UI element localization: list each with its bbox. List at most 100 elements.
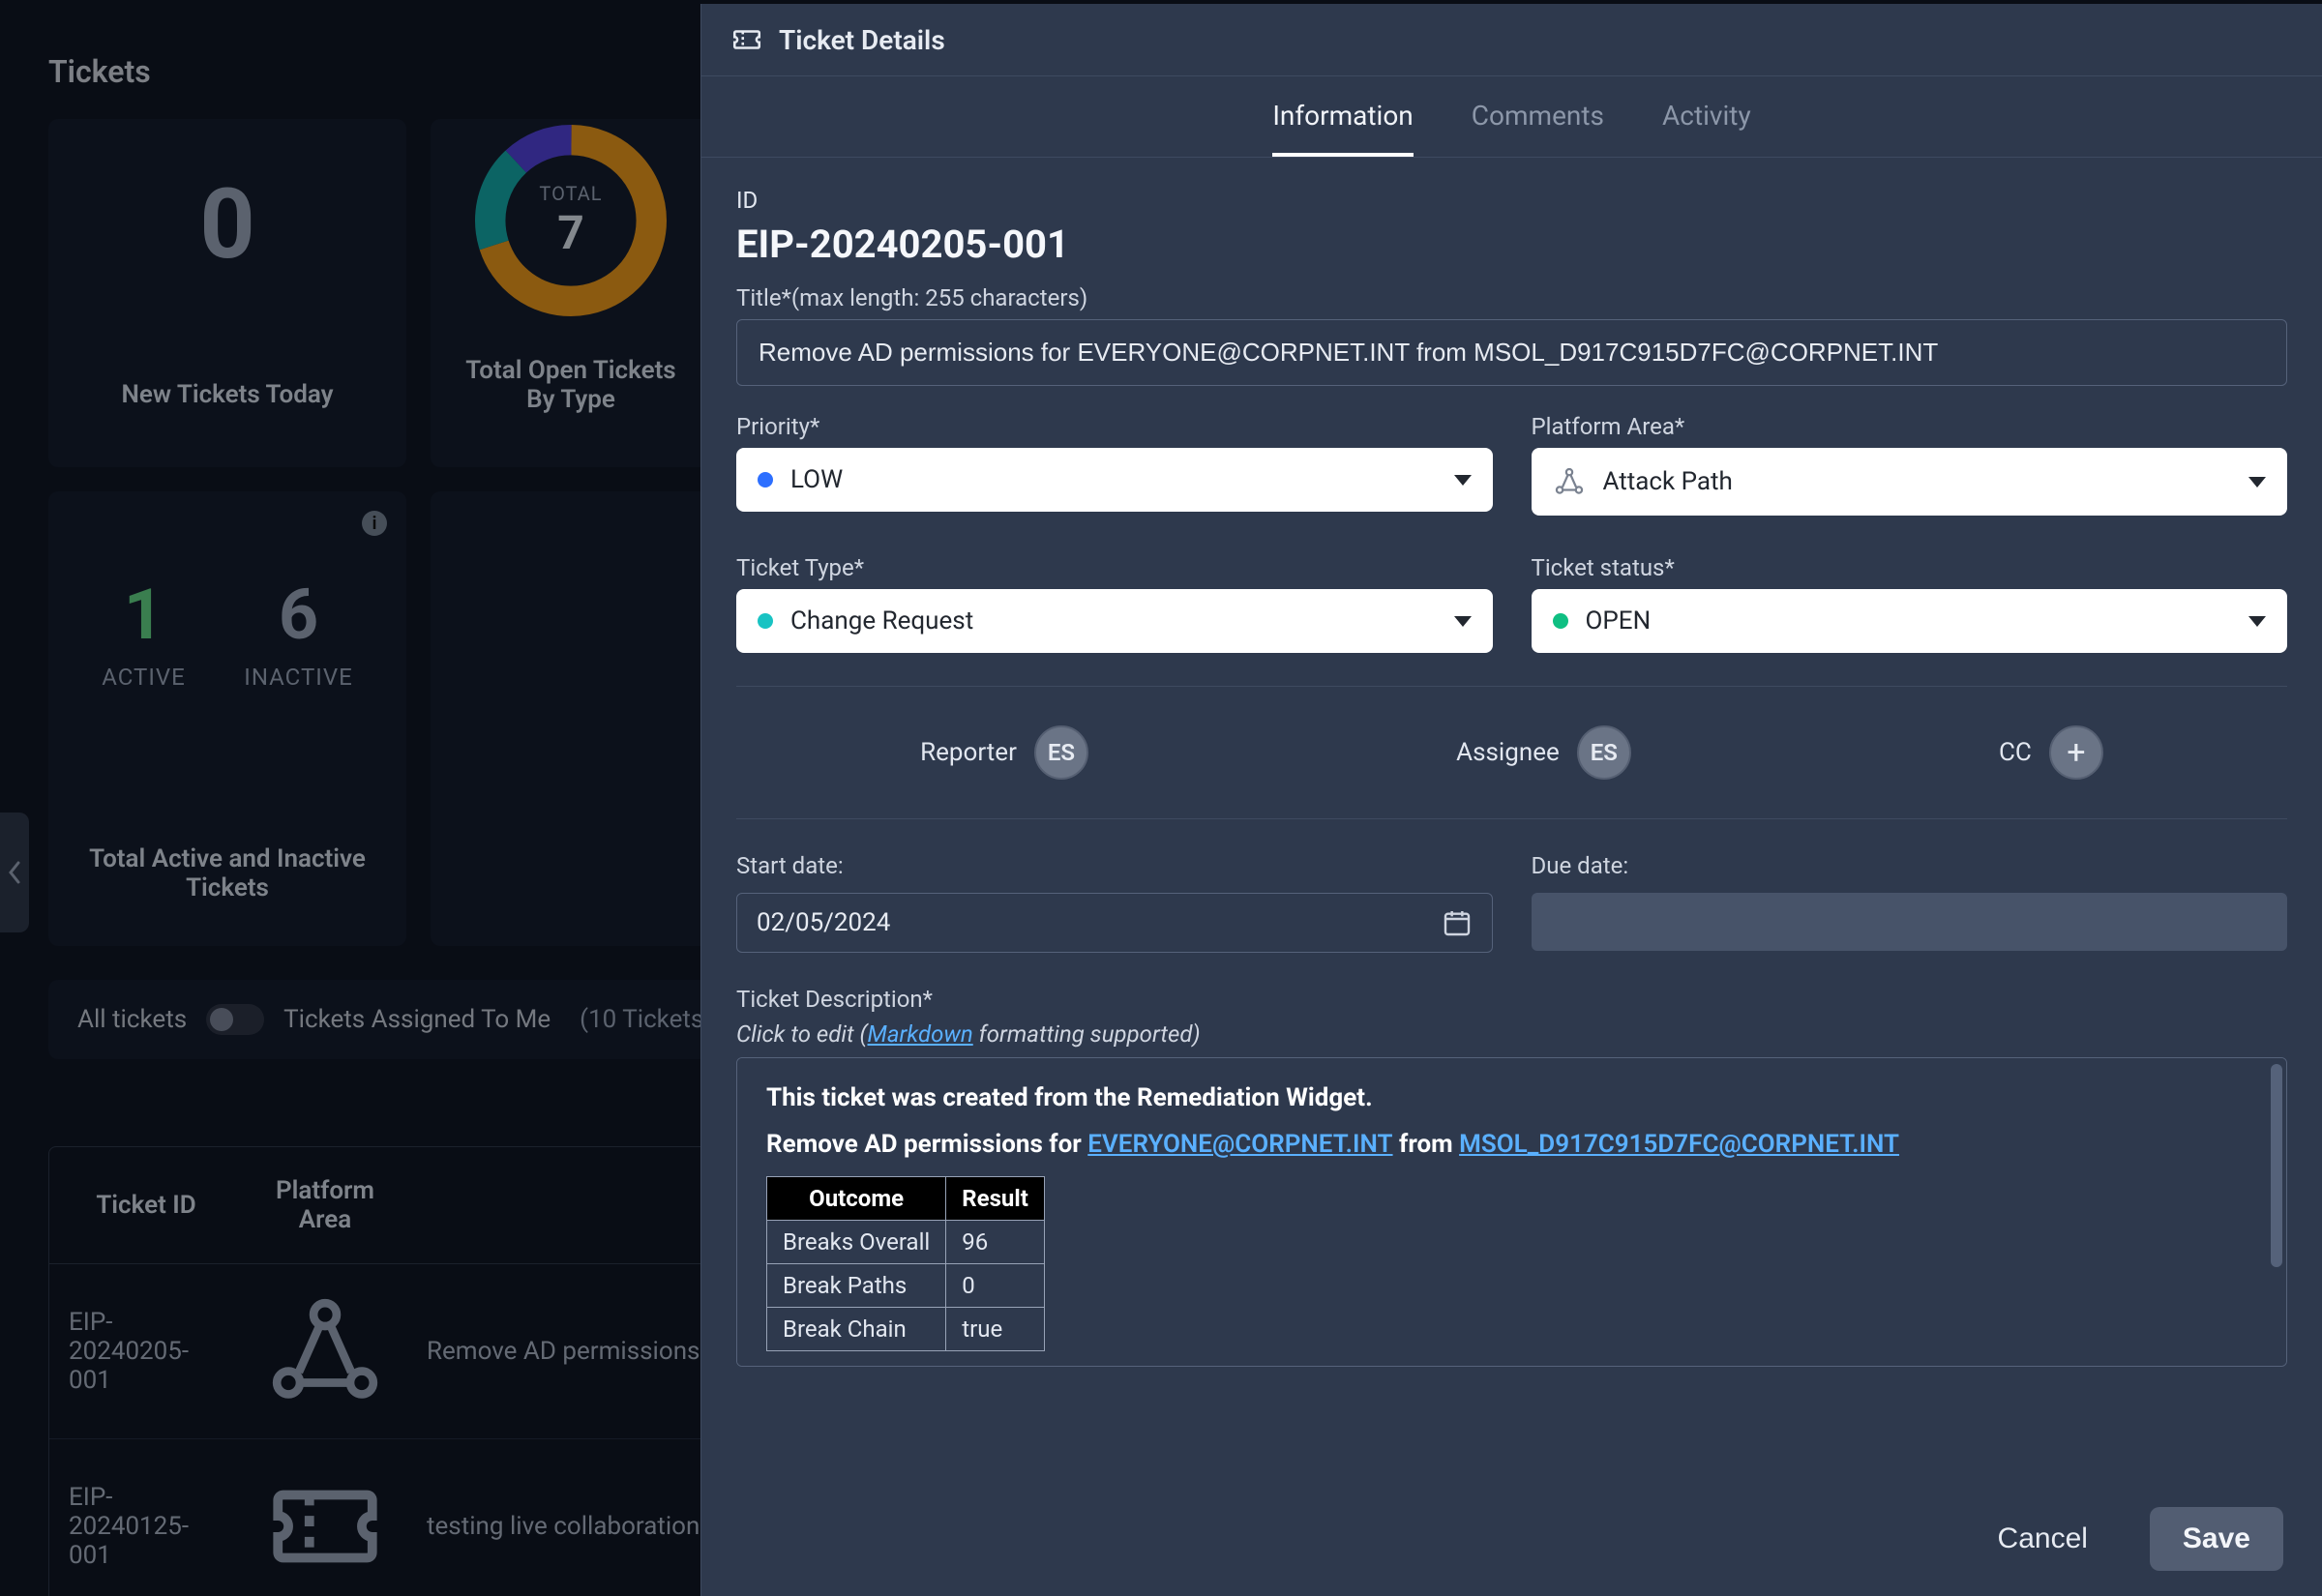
priority-value: LOW (790, 465, 843, 494)
drawer-title: Ticket Details (779, 24, 945, 56)
outcome-row: Breaks Overall96 (767, 1221, 1045, 1264)
outcome-val: 0 (946, 1264, 1045, 1308)
desc-link-msol[interactable]: MSOL_D917C915D7FC@CORPNET.INT (1459, 1130, 1899, 1159)
new-tickets-count: 0 (73, 177, 382, 274)
desc-line2-mid: from (1393, 1130, 1460, 1159)
ticket-count: (10 Tickets) (580, 1005, 712, 1034)
status-value: OPEN (1586, 606, 1652, 635)
reporter-cell: Reporter ES (920, 725, 1088, 780)
active-count: 1 (102, 574, 186, 656)
type-select[interactable]: Change Request (736, 589, 1493, 653)
assignee-cell: Assignee ES (1456, 725, 1631, 780)
save-button[interactable]: Save (2150, 1507, 2283, 1571)
th-outcome: Outcome (767, 1177, 946, 1221)
status-label: Ticket status* (1532, 554, 2288, 581)
outcome-val: 96 (946, 1221, 1045, 1264)
filter-assigned-label: Tickets Assigned To Me (283, 1005, 551, 1034)
start-date-label: Start date: (736, 852, 1493, 879)
drawer-footer: Cancel Save (701, 1482, 2322, 1596)
donut-total-label: TOTAL (539, 182, 602, 205)
status-dot-icon (1553, 613, 1568, 629)
open-by-type-label: Total Open Tickets By Type (455, 356, 687, 414)
due-date-input[interactable] (1532, 893, 2288, 951)
info-icon[interactable]: i (362, 511, 387, 536)
cc-add-button[interactable]: + (2049, 725, 2103, 780)
cell-platform-area (243, 1439, 407, 1596)
outcome-table: Outcome Result Breaks Overall96Break Pat… (766, 1176, 1045, 1351)
platform-select[interactable]: Attack Path (1532, 448, 2288, 516)
th-platform-area[interactable]: Platform Area (243, 1147, 407, 1264)
status-select[interactable]: OPEN (1532, 589, 2288, 653)
title-label: Title*(max length: 255 characters) (736, 284, 2287, 311)
priority-dot-icon (758, 472, 773, 488)
calendar-icon (1442, 907, 1473, 938)
due-date-label: Due date: (1532, 852, 2288, 879)
card-active-inactive: i 1 ACTIVE 6 INACTIVE Total Active and I… (48, 491, 406, 946)
chevron-down-icon (1454, 616, 1472, 627)
cancel-button[interactable]: Cancel (1965, 1507, 2121, 1571)
active-label: ACTIVE (102, 664, 186, 691)
attack-path-icon (262, 1288, 388, 1414)
attack-path-icon (1553, 465, 1586, 498)
card-open-by-type: TOTAL 7 Total Open Tickets By Type (431, 119, 711, 467)
reporter-label: Reporter (920, 738, 1017, 767)
platform-value: Attack Path (1603, 467, 1733, 496)
description-editor[interactable]: This ticket was created from the Remedia… (736, 1057, 2287, 1367)
filter-all-label: All tickets (77, 1005, 187, 1034)
reporter-avatar[interactable]: ES (1034, 725, 1088, 780)
tab-activity[interactable]: Activity (1662, 100, 1751, 157)
type-label: Ticket Type* (736, 554, 1493, 581)
card-placeholder (431, 491, 711, 946)
outcome-val: true (946, 1308, 1045, 1351)
inactive-label: INACTIVE (244, 664, 352, 691)
assignee-label: Assignee (1456, 738, 1560, 767)
drawer-tabs: Information Comments Activity (701, 76, 2322, 158)
cell-ticket-id: EIP-20240125-001 (49, 1439, 243, 1596)
desc-line2-pre: Remove AD permissions for (766, 1130, 1087, 1159)
chevron-down-icon (1454, 475, 1472, 486)
th-ticket-id[interactable]: Ticket ID (49, 1147, 243, 1264)
th-result: Result (946, 1177, 1045, 1221)
outcome-key: Breaks Overall (767, 1221, 946, 1264)
new-tickets-label: New Tickets Today (73, 380, 382, 409)
markdown-link[interactable]: Markdown (868, 1020, 973, 1048)
priority-label: Priority* (736, 413, 1493, 440)
donut-total-value: 7 (557, 205, 584, 260)
chevron-left-icon (7, 859, 22, 886)
desc-link-everyone[interactable]: EVERYONE@CORPNET.INT (1087, 1130, 1392, 1159)
id-value: EIP-20240205-001 (736, 222, 2287, 267)
description-hint: Click to edit (Markdown formatting suppo… (736, 1020, 2287, 1048)
type-dot-icon (758, 613, 773, 629)
active-inactive-label: Total Active and Inactive Tickets (73, 844, 382, 902)
drawer-header: Ticket Details (701, 4, 2322, 76)
type-value: Change Request (790, 606, 973, 635)
platform-label: Platform Area* (1532, 413, 2288, 440)
description-label: Ticket Description* (736, 986, 2287, 1013)
priority-select[interactable]: LOW (736, 448, 1493, 512)
card-new-tickets: 0 New Tickets Today (48, 119, 406, 467)
desc-line1: This ticket was created from the Remedia… (766, 1083, 1373, 1112)
outcome-row: Break Chaintrue (767, 1308, 1045, 1351)
cc-cell: CC + (1999, 725, 2103, 780)
chevron-down-icon (2248, 477, 2266, 488)
scrollbar[interactable] (2271, 1064, 2282, 1360)
start-date-input[interactable]: 02/05/2024 (736, 893, 1493, 953)
ticket-icon (730, 23, 763, 56)
inactive-count: 6 (244, 574, 352, 656)
collapse-sidebar-handle[interactable] (0, 813, 29, 932)
ticket-icon (262, 1463, 388, 1589)
cell-ticket-id: EIP-20240205-001 (49, 1264, 243, 1439)
id-label: ID (736, 187, 2287, 214)
title-input[interactable] (736, 319, 2287, 386)
cell-platform-area (243, 1264, 407, 1439)
tab-information[interactable]: Information (1272, 100, 1413, 157)
tab-comments[interactable]: Comments (1472, 100, 1604, 157)
start-date-value: 02/05/2024 (757, 908, 890, 937)
outcome-row: Break Paths0 (767, 1264, 1045, 1308)
assigned-toggle[interactable] (206, 1004, 264, 1035)
ticket-details-drawer: Ticket Details Information Comments Acti… (700, 4, 2322, 1596)
assignee-avatar[interactable]: ES (1577, 725, 1631, 780)
chevron-down-icon (2248, 616, 2266, 627)
cc-label: CC (1999, 738, 2032, 767)
outcome-key: Break Paths (767, 1264, 946, 1308)
